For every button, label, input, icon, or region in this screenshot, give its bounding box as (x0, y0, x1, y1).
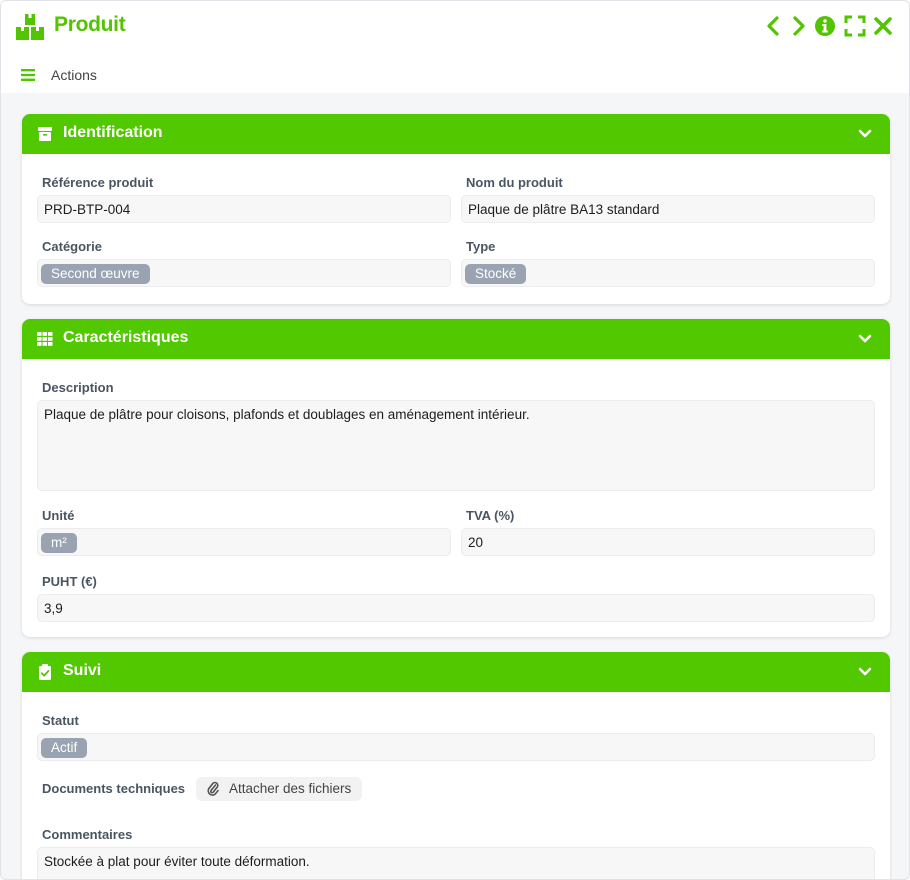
info-icon[interactable] (814, 15, 836, 37)
section-title: Identification (63, 124, 163, 141)
boxes-icon (16, 14, 44, 40)
box-icon (38, 127, 52, 141)
product-window: Produit Actions Identification Référence… (0, 0, 910, 880)
window-title: Produit (54, 13, 126, 36)
product-name-label: Nom du produit (466, 175, 563, 190)
section-tracking-header[interactable]: Suivi (22, 652, 890, 692)
unit-label: Unité (42, 508, 75, 523)
section-identification-header[interactable]: Identification (22, 114, 890, 154)
status-label: Statut (42, 713, 79, 728)
hamburger-menu-icon (21, 69, 35, 81)
type-label: Type (466, 239, 496, 254)
price-field[interactable]: 3,9 (37, 594, 875, 622)
attach-files-button[interactable]: Attacher des fichiers (196, 777, 363, 801)
previous-icon[interactable] (763, 15, 785, 37)
unit-select[interactable]: m² (37, 528, 451, 556)
price-label: PUHT (€) (42, 574, 97, 589)
category-label: Catégorie (42, 239, 102, 254)
chevron-down-icon[interactable] (858, 666, 872, 678)
vat-label: TVA (%) (466, 508, 515, 523)
unit-tag[interactable]: m² (41, 533, 77, 553)
type-select[interactable]: Stocké (461, 259, 875, 287)
comments-label: Commentaires (42, 827, 133, 842)
comments-textarea[interactable]: Stockée à plat pour éviter toute déforma… (37, 847, 875, 879)
description-textarea[interactable]: Plaque de plâtre pour cloisons, plafonds… (37, 400, 875, 491)
window-header: Produit Actions (1, 1, 909, 93)
section-characteristics: Caractéristiques Description Plaque de p… (22, 319, 890, 637)
category-select[interactable]: Second œuvre (37, 259, 451, 287)
documents-label: Documents techniques (42, 781, 186, 796)
actions-label: Actions (51, 67, 97, 83)
category-tag[interactable]: Second œuvre (41, 264, 150, 284)
reference-label: Référence produit (42, 175, 154, 190)
attach-files-label: Attacher des fichiers (229, 781, 352, 796)
chevron-down-icon[interactable] (858, 128, 872, 140)
status-tag[interactable]: Actif (41, 738, 88, 758)
paperclip-icon (207, 781, 219, 796)
section-characteristics-header[interactable]: Caractéristiques (22, 319, 890, 359)
actions-menu[interactable]: Actions (21, 65, 97, 85)
section-tracking: Suivi Statut Actif Documents techniques … (22, 652, 890, 879)
type-tag[interactable]: Stocké (465, 264, 527, 284)
table-icon (37, 332, 53, 346)
chevron-down-icon[interactable] (858, 333, 872, 345)
status-select[interactable]: Actif (37, 733, 875, 761)
vat-field[interactable]: 20 (461, 528, 875, 556)
clipboard-check-icon (39, 664, 51, 680)
reference-field[interactable]: PRD-BTP-004 (37, 195, 451, 223)
fullscreen-icon[interactable] (844, 15, 866, 37)
description-label: Description (42, 380, 114, 395)
close-icon[interactable] (872, 15, 894, 37)
product-name-field[interactable]: Plaque de plâtre BA13 standard (461, 195, 875, 223)
section-title: Caractéristiques (63, 329, 189, 346)
next-icon[interactable] (787, 15, 809, 37)
section-identification: Identification Référence produit PRD-BTP… (22, 114, 890, 304)
section-title: Suivi (63, 662, 102, 679)
